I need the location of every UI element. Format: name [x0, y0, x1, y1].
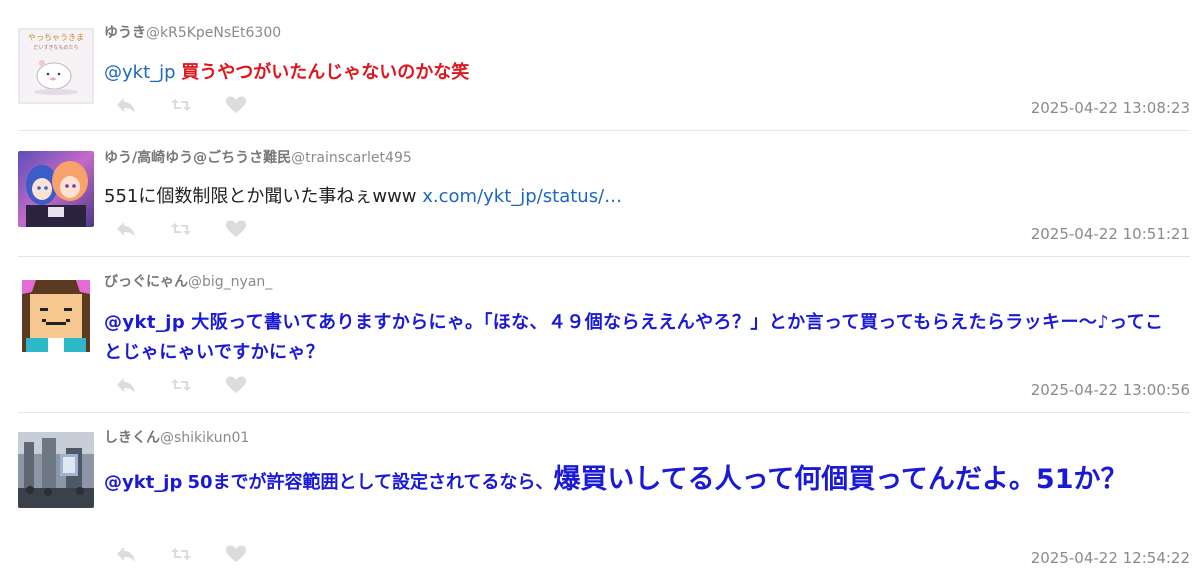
divider: [18, 130, 1190, 131]
retweet-icon: [171, 99, 191, 111]
tweet-body-text: 551に個数制限とか聞いた事ねぇwww: [104, 186, 423, 207]
retweet-button[interactable]: [170, 543, 192, 565]
retweet-icon: [171, 379, 191, 391]
screen-name[interactable]: @kR5KpeNsEt6300: [146, 25, 281, 41]
display-name[interactable]: ゆう/高崎ゆう@ごちうさ難民: [104, 150, 291, 166]
tweet-text: 551に個数制限とか聞いた事ねぇwww x.com/ykt_jp/status/…: [104, 184, 1176, 210]
tweet-body-emphasis: 爆買いしてる人って何個買ってんだよ。51か？: [553, 464, 1128, 495]
mention-link[interactable]: @ykt_jp: [104, 472, 182, 493]
avatar[interactable]: [18, 432, 94, 508]
reply-button[interactable]: [115, 218, 137, 240]
tweet-actions: [115, 543, 280, 565]
display-name[interactable]: しきくん: [104, 430, 160, 446]
tweet-body-text: 50までが許容範囲として設定されてるなら、: [187, 472, 554, 493]
timestamp[interactable]: 2025-04-22 10:51:21: [1031, 224, 1190, 244]
tweet-text: @ykt_jp 買うやつがいたんじゃないのかな笑: [104, 60, 1176, 86]
retweet-button[interactable]: [170, 94, 192, 116]
reply-icon: [117, 222, 135, 237]
reply-button[interactable]: [115, 94, 137, 116]
tweet-timeline: やっちゃうきま だいすきなものたち ゆうき@kR5KpeNsEt6300 @yk…: [0, 0, 1200, 574]
tweet-text: @ykt_jp 大阪って書いてありますからにゃ。「ほな、４９個ならええんやろ？」…: [104, 308, 1176, 368]
like-button[interactable]: [225, 94, 247, 116]
reply-button[interactable]: [115, 374, 137, 396]
like-button[interactable]: [225, 218, 247, 240]
mention-link[interactable]: @ykt_jp: [104, 312, 185, 333]
tweet-header: ゆうき@kR5KpeNsEt6300: [104, 24, 281, 42]
tweet-body-text: 買うやつがいたんじゃないのかな笑: [181, 62, 470, 83]
retweet-button[interactable]: [170, 374, 192, 396]
screen-name[interactable]: @shikikun01: [160, 430, 249, 446]
mention-link[interactable]: @ykt_jp: [104, 62, 176, 83]
tweet-text: @ykt_jp 50までが許容範囲として設定されてるなら、爆買いしてる人って何個…: [104, 462, 1176, 501]
status-link[interactable]: x.com/ykt_jp/status/…: [422, 186, 622, 207]
timestamp[interactable]: 2025-04-22 13:00:56: [1031, 380, 1190, 400]
retweet-icon: [171, 548, 191, 560]
avatar[interactable]: [18, 151, 94, 227]
reply-icon: [117, 378, 135, 393]
tweet-actions: [115, 94, 280, 116]
divider: [18, 412, 1190, 413]
avatar[interactable]: [18, 276, 94, 352]
heart-icon: [226, 545, 246, 562]
screen-name[interactable]: @trainscarlet495: [291, 150, 412, 166]
tweet-header: びっぐにゃん@big_nyan_: [104, 273, 272, 291]
tweet-actions: [115, 374, 280, 396]
divider: [18, 256, 1190, 257]
display-name[interactable]: ゆうき: [104, 25, 146, 41]
like-button[interactable]: [225, 374, 247, 396]
reply-icon: [117, 547, 135, 562]
timestamp[interactable]: 2025-04-22 13:08:23: [1031, 98, 1190, 118]
heart-icon: [226, 376, 246, 393]
svg-text:やっちゃうきま: やっちゃうきま: [28, 33, 84, 42]
screen-name[interactable]: @big_nyan_: [188, 274, 272, 290]
heart-icon: [226, 220, 246, 237]
retweet-button[interactable]: [170, 218, 192, 240]
like-button[interactable]: [225, 543, 247, 565]
timestamp[interactable]: 2025-04-22 12:54:22: [1031, 548, 1190, 568]
svg-text:だいすきなものたち: だいすきなものたち: [33, 44, 78, 51]
reply-button[interactable]: [115, 543, 137, 565]
retweet-icon: [171, 223, 191, 235]
tweet-header: しきくん@shikikun01: [104, 429, 249, 447]
tweet-body-text: 大阪って書いてありますからにゃ。「ほな、４９個ならええんやろ？」とか言って買って…: [104, 312, 1164, 363]
heart-icon: [226, 96, 246, 113]
reply-icon: [117, 98, 135, 113]
tweet-header: ゆう/高崎ゆう@ごちうさ難民@trainscarlet495: [104, 149, 412, 167]
display-name[interactable]: びっぐにゃん: [104, 274, 188, 290]
tweet-actions: [115, 218, 280, 240]
avatar[interactable]: やっちゃうきま だいすきなものたち: [18, 28, 94, 104]
